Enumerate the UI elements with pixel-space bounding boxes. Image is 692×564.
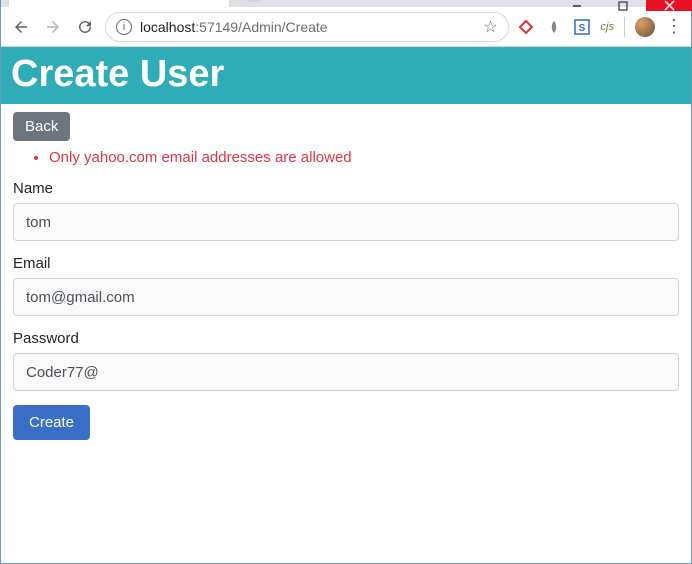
- browser-window: Users × + i localhost:57149/Admin/Create…: [0, 0, 692, 564]
- name-label: Name: [13, 180, 679, 197]
- separator: [624, 17, 625, 37]
- reload-icon[interactable]: [73, 15, 97, 39]
- extension-icon-cjs[interactable]: cjs: [601, 18, 614, 36]
- password-field[interactable]: [13, 353, 679, 391]
- url-text: localhost:57149/Admin/Create: [140, 19, 328, 35]
- forward-icon[interactable]: [41, 15, 65, 39]
- email-label: Email: [13, 255, 679, 272]
- page-title: Create User: [1, 47, 691, 104]
- form-group-name: Name: [13, 180, 679, 241]
- form-group-password: Password: [13, 330, 679, 391]
- validation-error-item: Only yahoo.com email addresses are allow…: [49, 149, 679, 166]
- bookmark-star-icon[interactable]: ☆: [483, 17, 497, 37]
- form-group-email: Email: [13, 255, 679, 316]
- browser-toolbar: i localhost:57149/Admin/Create ☆ S cjs ⋮: [1, 7, 691, 47]
- back-button[interactable]: Back: [13, 112, 70, 141]
- validation-errors: Only yahoo.com email addresses are allow…: [49, 149, 679, 166]
- password-label: Password: [13, 330, 679, 347]
- minimize-button[interactable]: [554, 0, 600, 11]
- svg-text:S: S: [578, 23, 585, 34]
- create-button[interactable]: Create: [13, 405, 90, 440]
- extension-icon-3[interactable]: S: [573, 18, 591, 36]
- back-icon[interactable]: [9, 15, 33, 39]
- browser-menu-icon[interactable]: ⋮: [665, 16, 683, 37]
- page-viewport: Create User Back Only yahoo.com email ad…: [1, 47, 691, 563]
- page-content: Back Only yahoo.com email addresses are …: [1, 104, 691, 448]
- extension-icon-1[interactable]: [517, 18, 535, 36]
- window-controls: [554, 0, 692, 11]
- name-field[interactable]: [13, 203, 679, 241]
- extension-icon-2[interactable]: [545, 18, 563, 36]
- new-tab-button[interactable]: +: [239, 0, 267, 2]
- close-button[interactable]: [646, 0, 692, 11]
- maximize-button[interactable]: [600, 0, 646, 11]
- site-info-icon[interactable]: i: [116, 19, 132, 35]
- email-field[interactable]: [13, 278, 679, 316]
- browser-tab[interactable]: Users ×: [9, 0, 229, 7]
- profile-avatar[interactable]: [635, 17, 655, 37]
- address-bar[interactable]: i localhost:57149/Admin/Create ☆: [105, 12, 509, 42]
- extensions-area: S cjs ⋮: [517, 16, 683, 37]
